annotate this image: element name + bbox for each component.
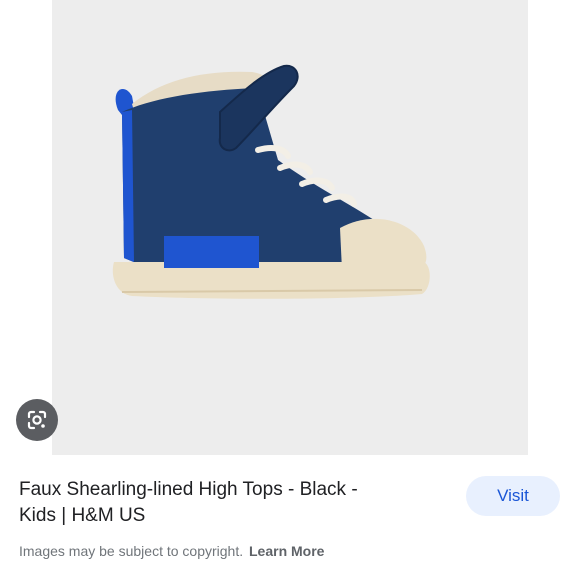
image-result-panel: Faux Shearling-lined High Tops - Black -… bbox=[0, 0, 580, 580]
sneaker-illustration bbox=[112, 64, 430, 299]
product-photo[interactable] bbox=[52, 0, 528, 455]
learn-more-link[interactable]: Learn More bbox=[249, 543, 324, 559]
result-title[interactable]: Faux Shearling-lined High Tops - Black -… bbox=[19, 477, 439, 529]
copyright-text: Images may be subject to copyright. bbox=[19, 543, 244, 559]
image-preview[interactable] bbox=[0, 0, 580, 455]
result-title-line1: Faux Shearling-lined High Tops - Black - bbox=[19, 479, 358, 500]
google-lens-button[interactable] bbox=[16, 399, 58, 441]
copyright-notice: Images may be subject to copyright. Lear… bbox=[19, 543, 324, 559]
visit-button[interactable]: Visit bbox=[466, 476, 560, 516]
google-lens-icon bbox=[27, 410, 47, 430]
result-title-line2: Kids | H&M US bbox=[19, 505, 146, 526]
